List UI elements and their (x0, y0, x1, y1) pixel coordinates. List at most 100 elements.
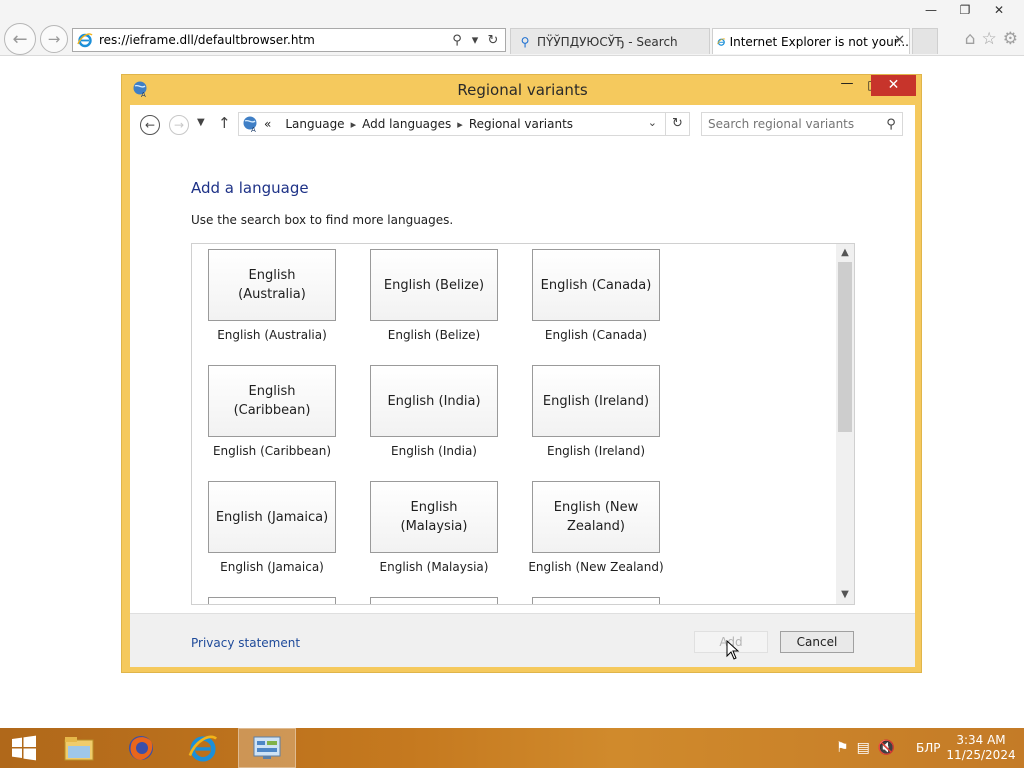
taskbar-file-explorer[interactable] (52, 728, 106, 768)
regional-variants-dialog: A Regional variants — □ ✕ ← → ▼ ↑ A « La… (121, 74, 922, 673)
address-url[interactable]: res://ieframe.dll/defaultbrowser.htm (99, 33, 449, 47)
browser-chrome: — ❐ ✕ ← → res://ieframe.dll/defaultbrows… (0, 0, 1024, 56)
language-tile-english-malaysia[interactable]: English (Malaysia) (370, 481, 498, 553)
language-tile-english-ireland[interactable]: English (Ireland) (532, 365, 660, 437)
language-tile-english-canada[interactable]: English (Canada) (532, 249, 660, 321)
control-panel-language-icon: A (243, 116, 257, 133)
new-tab-button[interactable] (912, 28, 938, 54)
dialog-footer: Privacy statement Add Cancel (130, 613, 915, 667)
tile-label: English (Malaysia) (400, 500, 468, 534)
language-caption: English (India) (391, 444, 477, 458)
settings-gear-icon[interactable]: ⚙ (1003, 29, 1018, 49)
ie-page-icon (77, 33, 93, 48)
taskbar-control-panel[interactable] (238, 728, 296, 768)
tile-label: English (New Zealand) (553, 500, 639, 534)
language-tile-english-new-zealand[interactable]: English (New Zealand) (532, 481, 660, 553)
tile-label: English (Belize) (383, 277, 485, 293)
control-panel-icon (253, 736, 281, 759)
dialog-content: ← → ▼ ↑ A « Language ▸ Add languages ▸ R… (130, 105, 915, 667)
firefox-icon (129, 736, 153, 760)
dropdown-arrow-icon[interactable]: ▾ (467, 33, 483, 48)
language-caption: English (Caribbean) (212, 444, 332, 458)
tile-label: English (Ireland) (542, 393, 650, 409)
browser-back-button[interactable]: ← (4, 23, 36, 55)
browser-close-button[interactable]: ✕ (982, 0, 1016, 20)
language-tile-english-india[interactable]: English (India) (370, 365, 498, 437)
language-tile-english-belize[interactable]: English (Belize) (370, 249, 498, 321)
tile-label: English (Jamaica) (215, 509, 329, 525)
language-caption: English (Canada) (544, 328, 648, 342)
windows-logo-icon (12, 735, 36, 761)
breadcrumb-item-add-languages[interactable]: Add languages (362, 117, 451, 131)
tab-close-icon[interactable]: ✕ (894, 33, 905, 48)
tab-internet-explorer[interactable]: Internet Explorer is not your... ✕ (712, 28, 910, 54)
system-tray: ⚑ ▤ 🔇 (836, 728, 895, 768)
ie-logo-icon (188, 735, 218, 762)
breadcrumb[interactable]: A « Language ▸ Add languages ▸ Regional … (238, 112, 690, 136)
browser-minimize-button[interactable]: — (914, 0, 948, 20)
scroll-up-arrow-icon[interactable]: ▲ (836, 244, 854, 262)
scrollbar-thumb[interactable] (838, 262, 852, 432)
forward-button[interactable]: → (169, 115, 189, 135)
favorites-star-icon[interactable]: ☆ (982, 29, 997, 49)
search-icon: ⚲ (520, 34, 530, 49)
search-icon[interactable]: ⚲ (449, 33, 465, 48)
action-center-flag-icon[interactable]: ⚑ (836, 740, 849, 756)
network-icon[interactable]: ▤ (857, 740, 870, 756)
forward-arrow-icon: → (47, 30, 61, 48)
language-tile-english-australia[interactable]: English (Australia) (208, 249, 336, 321)
taskbar: ⚑ ▤ 🔇 БЛР 3:34 AM 11/25/2024 (0, 728, 1024, 768)
tile-label: English (Caribbean) (233, 384, 311, 418)
tab-search[interactable]: ⚲ ПŸЎПДУЮСЎЂ - Search (510, 28, 710, 54)
browser-window-controls: — ❐ ✕ (914, 0, 1016, 20)
scroll-down-arrow-icon[interactable]: ▼ (836, 586, 854, 604)
dialog-minimize-button[interactable]: — (834, 75, 860, 95)
folder-icon (64, 737, 94, 761)
home-icon[interactable]: ⌂ (965, 29, 976, 49)
language-tile-partial[interactable] (370, 597, 498, 604)
refresh-icon[interactable]: ↻ (485, 33, 501, 48)
breadcrumb-separator-icon[interactable]: ▸ (351, 118, 357, 131)
language-tile-partial[interactable] (208, 597, 336, 604)
language-caption: English (Australia) (217, 328, 327, 342)
browser-forward-button[interactable]: → (40, 25, 68, 53)
start-button[interactable] (0, 728, 48, 768)
breadcrumb-item-regional-variants[interactable]: Regional variants (469, 117, 573, 131)
privacy-statement-link[interactable]: Privacy statement (191, 636, 300, 650)
search-input[interactable] (702, 117, 880, 131)
address-bar[interactable]: res://ieframe.dll/defaultbrowser.htm ⚲ ▾… (72, 28, 506, 52)
up-arrow-icon[interactable]: ↑ (218, 114, 231, 132)
clock[interactable]: 3:34 AM 11/25/2024 (946, 728, 1015, 768)
taskbar-internet-explorer[interactable] (176, 728, 230, 768)
search-icon[interactable]: ⚲ (880, 117, 902, 132)
breadcrumb-item-language[interactable]: Language (285, 117, 344, 131)
address-dropdown-icon[interactable]: ⌄ (648, 116, 657, 129)
volume-muted-icon[interactable]: 🔇 (878, 740, 895, 756)
recent-locations-chevron-icon[interactable]: ▼ (197, 117, 205, 128)
mouse-pointer-icon (726, 640, 740, 660)
taskbar-firefox[interactable] (114, 728, 168, 768)
tab-label: Internet Explorer is not your... (729, 34, 909, 49)
dialog-title: Regional variants (457, 81, 588, 99)
svg-text:A: A (251, 126, 256, 133)
browser-restore-button[interactable]: ❐ (948, 0, 982, 20)
page-title: Add a language (191, 179, 309, 197)
search-box[interactable]: ⚲ (701, 112, 903, 136)
language-caption: English (Jamaica) (220, 560, 324, 574)
language-tile-english-caribbean[interactable]: English (Caribbean) (208, 365, 336, 437)
language-tile-english-jamaica[interactable]: English (Jamaica) (208, 481, 336, 553)
back-button[interactable]: ← (140, 115, 160, 135)
cancel-button[interactable]: Cancel (780, 631, 854, 653)
language-tile-partial[interactable] (532, 597, 660, 604)
clock-date: 11/25/2024 (946, 748, 1016, 762)
language-caption: English (Ireland) (546, 444, 645, 458)
refresh-icon[interactable]: ↻ (665, 112, 689, 136)
vertical-scrollbar[interactable]: ▲ ▼ (836, 244, 854, 604)
breadcrumb-overflow[interactable]: « (264, 117, 271, 131)
breadcrumb-separator-icon[interactable]: ▸ (457, 118, 463, 131)
language-caption: English (Malaysia) (379, 560, 489, 574)
dialog-close-button[interactable]: ✕ (871, 75, 916, 96)
input-language-indicator[interactable]: БЛР (916, 728, 941, 768)
language-caption: English (New Zealand) (528, 560, 664, 574)
tile-label: English (Australia) (238, 268, 306, 302)
